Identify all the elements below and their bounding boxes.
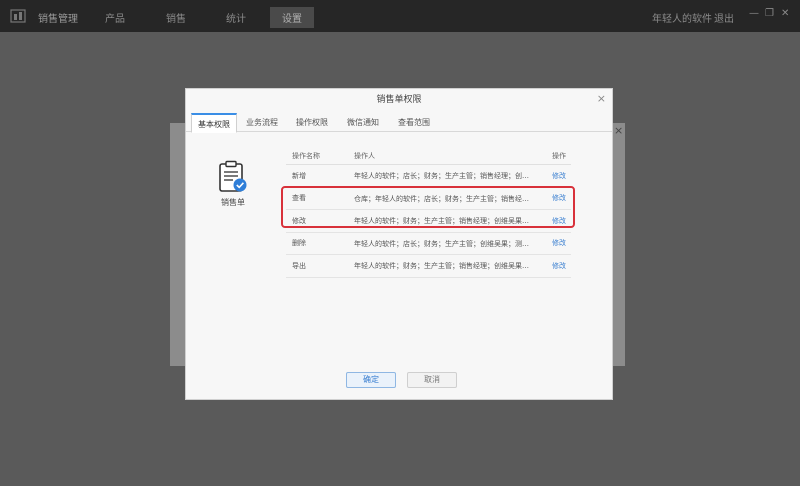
confirm-button[interactable]: 确定 (346, 372, 396, 388)
app-logo-icon (10, 9, 26, 23)
highlight-annotation (281, 186, 575, 228)
document-type-label: 销售单 (221, 198, 245, 207)
table-row: 新增 年轻人的软件；店长；财务；生产主管；销售经理；创维吴果；测试账号 修改 (286, 165, 571, 188)
tab-business-flow[interactable]: 业务流程 (238, 113, 286, 132)
tab-view-scope[interactable]: 查看范围 (389, 113, 439, 132)
table-row: 导出 年轻人的软件；财务；生产主管；销售经理；创维吴果；测试账号 修改 (286, 255, 571, 278)
operators-list: 年轻人的软件；店长；财务；生产主管；销售经理；创维吴果；测试账号 (354, 172, 534, 180)
clipboard-check-icon (219, 160, 247, 192)
user-name[interactable]: 年轻人的软件 (652, 10, 712, 25)
close-icon[interactable]: × (597, 92, 606, 105)
permission-dialog: 销售单权限 × 基本权限 业务流程 操作权限 微信通知 查看范围 销售单 操作名… (185, 88, 613, 400)
header-operators: 操作人 (354, 152, 375, 160)
nav-settings[interactable]: 设置 (270, 7, 314, 28)
nav-sales[interactable]: 销售 (166, 10, 186, 25)
tab-basic-permissions[interactable]: 基本权限 (191, 113, 237, 133)
header-operation-name: 操作名称 (292, 152, 320, 160)
minimize-icon[interactable]: — (749, 8, 759, 19)
dialog-title: 销售单权限 (376, 95, 422, 105)
nav-products[interactable]: 产品 (105, 10, 125, 25)
close-window-icon[interactable]: ✕ (781, 8, 789, 19)
tab-wechat-notification[interactable]: 微信通知 (338, 113, 388, 132)
table-row: 删除 年轻人的软件；店长；财务；生产主管；创维吴果；测试账号 修改 (286, 233, 572, 255)
operators-list: 年轻人的软件；财务；生产主管；销售经理；创维吴果；测试账号 (354, 262, 534, 270)
operation-name: 导出 (292, 261, 306, 270)
tab-bar: 基本权限 业务流程 操作权限 微信通知 查看范围 (186, 113, 612, 133)
edit-link-delete[interactable]: 修改 (552, 233, 572, 255)
operators-list: 年轻人的软件；店长；财务；生产主管；创维吴果；测试账号 (354, 239, 534, 248)
logout-link[interactable]: 退出 (714, 10, 734, 25)
underlying-close-icon[interactable]: × (614, 124, 623, 137)
operation-name: 删除 (292, 239, 306, 248)
app-title: 销售管理 (38, 14, 78, 25)
table-header: 操作名称 操作人 操作 (286, 151, 571, 165)
cancel-button[interactable]: 取消 (407, 372, 457, 388)
tab-operation-permissions[interactable]: 操作权限 (287, 113, 337, 132)
top-bar: 销售管理 产品 销售 统计 设置 年轻人的软件 退出 — ❐ ✕ (0, 0, 800, 32)
operation-name: 新增 (292, 171, 306, 180)
edit-link-add[interactable]: 修改 (552, 165, 572, 187)
maximize-icon[interactable]: ❐ (765, 8, 774, 19)
edit-link-export[interactable]: 修改 (552, 255, 572, 277)
nav-statistics[interactable]: 统计 (226, 10, 246, 25)
header-action: 操作 (552, 152, 566, 160)
